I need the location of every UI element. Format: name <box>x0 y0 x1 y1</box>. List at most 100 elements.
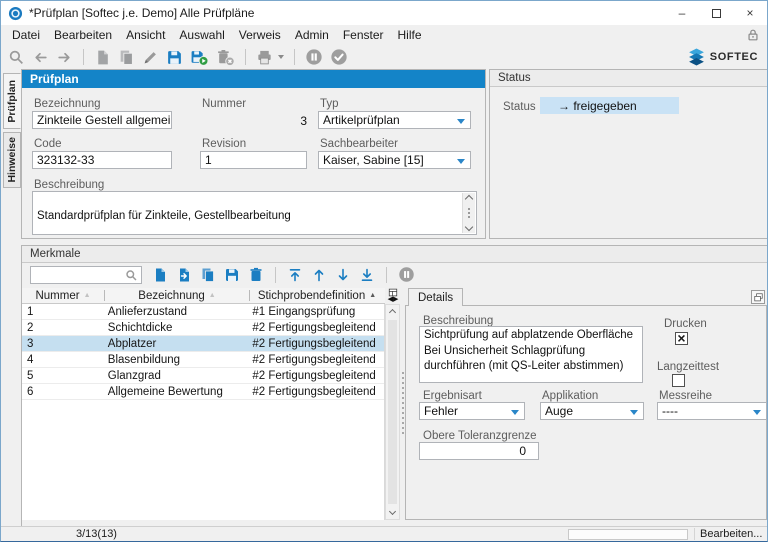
pause-icon[interactable] <box>305 48 323 66</box>
menu-bearbeiten[interactable]: Bearbeiten <box>47 26 119 44</box>
table-row[interactable]: 3 Abplatzer #2 Fertigungsbegleitend <box>22 336 384 352</box>
copy-row-icon[interactable] <box>200 267 216 283</box>
menu-admin[interactable]: Admin <box>288 26 336 44</box>
table-cell-nummer: 2 <box>27 321 34 334</box>
menu-auswahl[interactable]: Auswahl <box>172 26 231 44</box>
scroll-up-icon[interactable] <box>464 194 474 204</box>
delete-icon[interactable] <box>216 49 235 66</box>
sort-asc-icon: ▲ <box>369 292 377 299</box>
back-icon[interactable] <box>32 49 49 66</box>
softec-logo: SOFTEC <box>688 48 758 66</box>
sachbearbeiter-dropdown[interactable]: Kaiser, Sabine [15] <box>318 151 471 169</box>
scroll-down-button[interactable] <box>386 505 399 519</box>
nummer-label: Nummer <box>202 98 247 110</box>
messreihe-dropdown[interactable]: ---- <box>657 402 767 420</box>
merkmale-table-body: 1 Anlieferzustand #1 Eingangsprüfung 2 Schic… <box>22 304 385 520</box>
print-dropdown-icon[interactable] <box>278 55 284 59</box>
tab-pruefplan[interactable]: Prüfplan <box>3 73 21 129</box>
minimize-button[interactable]: – <box>665 1 699 25</box>
table-cell-stichprobe: #2 Fertigungsbegleitend <box>252 337 376 350</box>
status-label: Status <box>503 101 536 113</box>
beschreibung-label: Beschreibung <box>34 179 105 191</box>
scroll-grip-icon <box>468 208 470 210</box>
brand-name: SOFTEC <box>709 51 758 63</box>
table-row[interactable]: 6 Allgemeine Bewertung #2 Fertigungsbeglei… <box>22 384 384 400</box>
maximize-button[interactable] <box>699 1 733 25</box>
complete-check-icon[interactable] <box>330 48 348 66</box>
menubar: Datei Bearbeiten Ansicht Auswahl Verweis… <box>1 25 767 45</box>
revision-input[interactable]: 1 <box>200 151 307 169</box>
table-cell-bezeichnung: Abplatzer <box>107 337 157 350</box>
column-header-stichprobendefinition[interactable]: Stichprobendefinition ▲ <box>250 288 384 303</box>
save-icon[interactable] <box>166 49 183 66</box>
sort-asc-icon: ▲ <box>83 292 91 299</box>
beschreibung-scrollbar[interactable] <box>462 193 475 233</box>
table-cell-stichprobe: #2 Fertigungsbegleitend <box>252 353 376 366</box>
drucken-label: Drucken <box>664 318 707 330</box>
merkmale-panel: Merkmale Nummer ▲ Bezeichnung ▲ Stichpro… <box>21 245 767 528</box>
delete-row-icon[interactable] <box>248 267 264 283</box>
table-cell-stichprobe: #2 Fertigungsbegleitend <box>252 385 376 398</box>
obere-toleranzgrenze-input[interactable]: 0 <box>419 442 539 460</box>
move-last-icon[interactable] <box>359 267 375 283</box>
edit-pencil-icon[interactable] <box>142 49 159 66</box>
table-scrollbar[interactable] <box>385 304 400 520</box>
ergebnisart-label: Ergebnisart <box>423 390 482 402</box>
save-row-icon[interactable] <box>224 267 240 283</box>
restore-panel-button[interactable] <box>751 290 765 304</box>
copy-document-icon[interactable] <box>118 49 135 66</box>
menu-datei[interactable]: Datei <box>5 26 47 44</box>
scroll-down-icon[interactable] <box>464 222 474 232</box>
scroll-thumb[interactable] <box>388 320 397 504</box>
lock-icon[interactable] <box>746 28 760 42</box>
code-input[interactable]: 323132-33 <box>32 151 172 169</box>
merkmale-search-input[interactable] <box>30 266 142 284</box>
menu-hilfe[interactable]: Hilfe <box>391 26 429 44</box>
tab-details[interactable]: Details <box>408 288 464 306</box>
tab-hinweise-label: Hinweise <box>6 137 18 183</box>
details-beschreibung-textarea[interactable]: Sichtprüfung auf abplatzende Oberfläche … <box>419 326 643 383</box>
drucken-checkbox[interactable] <box>675 332 688 345</box>
new-row-icon[interactable] <box>152 267 168 283</box>
table-row[interactable]: 2 Schichtdicke #2 Fertigungsbegleitend <box>22 320 384 336</box>
column-label: Nummer <box>35 289 80 302</box>
langzeittest-checkbox[interactable] <box>672 374 685 387</box>
bezeichnung-input[interactable]: Zinkteile Gestell allgemein <box>32 111 172 129</box>
tab-hinweise[interactable]: Hinweise <box>3 132 21 188</box>
new-document-icon[interactable] <box>94 49 111 66</box>
close-button[interactable]: × <box>733 1 767 25</box>
insert-row-icon[interactable] <box>176 267 192 283</box>
collapse-left-icon[interactable]: ◀▶ <box>388 296 399 303</box>
column-header-nummer[interactable]: Nummer ▲ <box>22 288 104 303</box>
collapse-table-button[interactable]: ◀▶ <box>385 288 401 304</box>
menu-fenster[interactable]: Fenster <box>336 26 391 44</box>
table-row[interactable]: 1 Anlieferzustand #1 Eingangsprüfung <box>22 304 384 320</box>
status-panel: Status Status → freigegeben <box>489 69 767 239</box>
ergebnisart-dropdown[interactable]: Fehler <box>419 402 525 420</box>
table-cell-bezeichnung: Glanzgrad <box>107 369 161 382</box>
column-label: Stichprobendefinition <box>257 289 366 302</box>
beschreibung-textarea[interactable]: Standardprüfplan für Zinkteile, Gestellb… <box>32 191 477 235</box>
row-pause-icon[interactable] <box>398 266 415 283</box>
move-down-icon[interactable] <box>335 267 351 283</box>
table-row[interactable]: 4 Blasenbildung #2 Fertigungsbegleitend <box>22 352 384 368</box>
save-activate-icon[interactable] <box>190 49 209 66</box>
details-box: Beschreibung Sichtprüfung auf abplatzend… <box>405 305 767 520</box>
applikation-label: Applikation <box>542 390 599 402</box>
search-icon[interactable] <box>8 49 25 66</box>
forward-icon[interactable] <box>56 49 73 66</box>
applikation-dropdown[interactable]: Auge <box>540 402 644 420</box>
menu-ansicht[interactable]: Ansicht <box>119 26 172 44</box>
move-up-icon[interactable] <box>311 267 327 283</box>
typ-dropdown[interactable]: Artikelprüfplan <box>318 111 471 129</box>
column-header-bezeichnung[interactable]: Bezeichnung ▲ <box>105 288 249 303</box>
tab-pruefplan-label: Prüfplan <box>6 79 18 123</box>
table-row[interactable]: 5 Glanzgrad #2 Fertigungsbegleitend <box>22 368 384 384</box>
sort-asc-icon: ▲ <box>208 292 216 299</box>
move-first-icon[interactable] <box>287 267 303 283</box>
print-icon[interactable] <box>256 49 273 66</box>
scroll-up-button[interactable] <box>386 305 399 319</box>
app-window: *Prüfplan [Softec j.e. Demo] Alle Prüfpl… <box>0 0 768 542</box>
menu-verweis[interactable]: Verweis <box>232 26 288 44</box>
details-panel: Details Beschreibung Sichtprüfung auf ab… <box>405 288 767 527</box>
